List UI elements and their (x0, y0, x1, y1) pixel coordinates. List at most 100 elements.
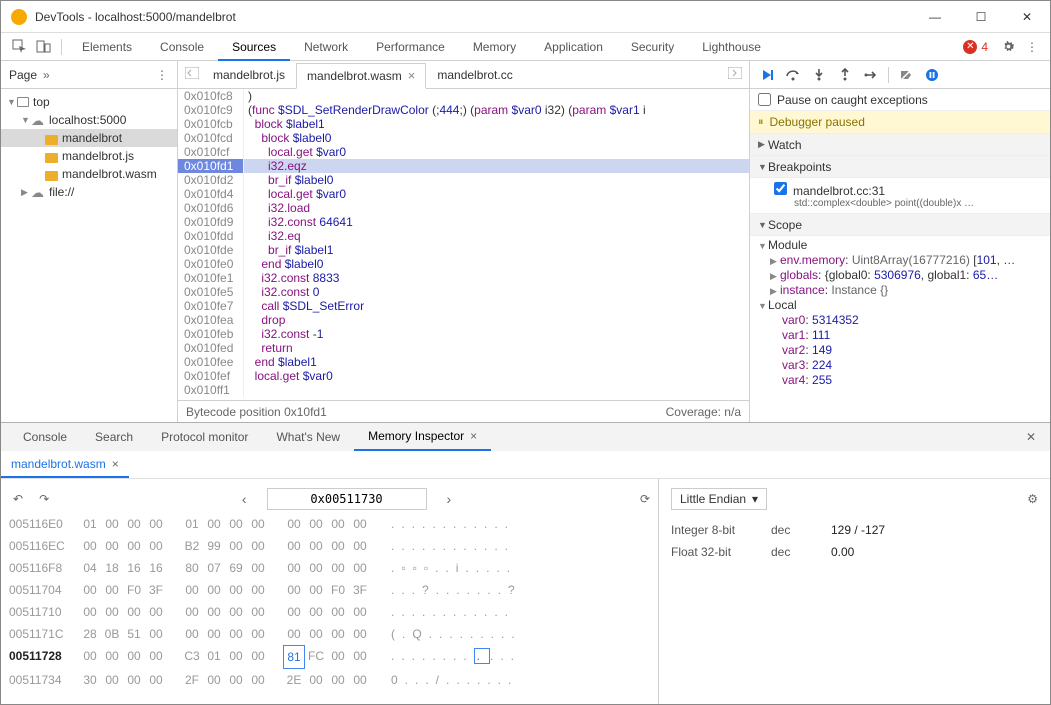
resume-button[interactable] (758, 66, 776, 84)
step-out-button[interactable] (836, 66, 854, 84)
refresh-icon[interactable]: ⟳ (640, 492, 650, 506)
main-tab-application[interactable]: Application (530, 33, 617, 61)
local-variable[interactable]: var0: 5314352 (758, 313, 1042, 328)
scope-section-header[interactable]: ▼Scope (750, 214, 1050, 236)
code-line[interactable]: 0x010fcf local.get $var0 (178, 145, 749, 159)
code-line[interactable]: 0x010fed return (178, 341, 749, 355)
memory-tab-mandelbrot-wasm[interactable]: mandelbrot.wasm× (1, 451, 129, 478)
scope-env-memory[interactable]: ▶env.memory: Uint8Array(16777216) [101, … (758, 253, 1042, 268)
code-line[interactable]: 0x010fe7 call $SDL_SetError (178, 299, 749, 313)
hex-row[interactable]: 005117040000F03F000000000000F03F...?....… (9, 579, 650, 601)
code-line[interactable]: 0x010fea drop (178, 313, 749, 327)
navigator-page-label[interactable]: Page (9, 68, 37, 82)
hex-row[interactable]: 0051172800000000C301000081FC0000........… (9, 645, 650, 669)
inspect-element-icon[interactable] (7, 35, 31, 59)
scope-globals[interactable]: ▶globals: {global0: 5306976, global1: 65… (758, 268, 1042, 283)
tree-folder-mandelbrot[interactable]: mandelbrot (1, 129, 177, 147)
deactivate-breakpoints-button[interactable] (897, 66, 915, 84)
code-line[interactable]: 0x010fd4 local.get $var0 (178, 187, 749, 201)
local-variable[interactable]: var4: 255 (758, 373, 1042, 388)
main-tab-sources[interactable]: Sources (218, 33, 290, 61)
code-line[interactable]: 0x010fd1 i32.eqz (178, 159, 749, 173)
hex-row[interactable]: 005116EC00000000B299000000000000........… (9, 535, 650, 557)
editor-tab-mandelbrot-wasm[interactable]: mandelbrot.wasm× (296, 63, 426, 89)
code-line[interactable]: 0x010fd9 i32.const 64641 (178, 215, 749, 229)
device-toolbar-icon[interactable] (31, 35, 55, 59)
code-line[interactable]: 0x010fde br_if $label1 (178, 243, 749, 257)
code-line[interactable]: 0x010fcb block $label1 (178, 117, 749, 131)
main-tab-performance[interactable]: Performance (362, 33, 459, 61)
scope-local-header[interactable]: ▼Local (758, 298, 1042, 313)
step-button[interactable] (862, 66, 880, 84)
hex-row[interactable]: 005116E0010000000100000000000000........… (9, 513, 650, 535)
tree-file-scheme[interactable]: ▶☁file:// (1, 183, 177, 201)
navigator-more-tabs-icon[interactable]: » (43, 68, 50, 82)
code-line[interactable]: 0x010fcd block $label0 (178, 131, 749, 145)
hex-row[interactable]: 00511710000000000000000000000000........… (9, 601, 650, 623)
local-variable[interactable]: var1: 111 (758, 328, 1042, 343)
tree-host[interactable]: ▼☁localhost:5000 (1, 111, 177, 129)
tree-top-frame[interactable]: ▼top (1, 93, 177, 111)
local-variable[interactable]: var2: 149 (758, 343, 1042, 358)
drawer-tab-console[interactable]: Console (9, 424, 81, 451)
main-tab-lighthouse[interactable]: Lighthouse (688, 33, 775, 61)
pause-on-exceptions-button[interactable] (923, 66, 941, 84)
code-line[interactable]: 0x010fe5 i32.const 0 (178, 285, 749, 299)
code-line[interactable]: 0x010fd2 br_if $label0 (178, 173, 749, 187)
pause-on-caught-checkbox[interactable] (758, 93, 771, 106)
code-line[interactable]: 0x010fef local.get $var0 (178, 369, 749, 383)
code-line[interactable]: 0x010fdd i32.eq (178, 229, 749, 243)
endian-select[interactable]: Little Endian▾ (671, 488, 767, 510)
hex-row[interactable]: 0051171C280B51000000000000000000(.Q.....… (9, 623, 650, 645)
window-maximize-button[interactable]: ☐ (958, 1, 1004, 32)
code-line[interactable]: 0x010fee end $label1 (178, 355, 749, 369)
error-counter[interactable]: ✕ 4 (963, 40, 988, 54)
address-next-icon[interactable]: › (435, 491, 464, 507)
value-settings-gear-icon[interactable]: ⚙ (1027, 492, 1038, 506)
scope-module-header[interactable]: ▼Module (758, 238, 1042, 253)
step-into-button[interactable] (810, 66, 828, 84)
address-prev-icon[interactable]: ‹ (230, 491, 259, 507)
scope-instance[interactable]: ▶instance: Instance {} (758, 283, 1042, 298)
code-line[interactable]: 0x010fd6 i32.load (178, 201, 749, 215)
main-tab-network[interactable]: Network (290, 33, 362, 61)
window-close-button[interactable]: ✕ (1004, 1, 1050, 32)
window-minimize-button[interactable]: — (912, 1, 958, 32)
navigator-menu-icon[interactable]: ⋮ (156, 68, 169, 82)
code-line[interactable]: 0x010fc9(func $SDL_SetRenderDrawColor (;… (178, 103, 749, 117)
main-tab-console[interactable]: Console (146, 33, 218, 61)
editor-nav-forward-icon[interactable] (725, 67, 745, 82)
close-icon[interactable]: × (470, 423, 477, 450)
local-variable[interactable]: var3: 224 (758, 358, 1042, 373)
hex-row[interactable]: 00511734300000002F0000002E0000000.../...… (9, 669, 650, 691)
drawer-tab-protocol-monitor[interactable]: Protocol monitor (147, 424, 262, 451)
code-line[interactable]: 0x010ff1 (178, 383, 749, 397)
code-line[interactable]: 0x010fe1 i32.const 8833 (178, 271, 749, 285)
drawer-tab-memory-inspector[interactable]: Memory Inspector × (354, 424, 491, 451)
code-line[interactable]: 0x010fc8) (178, 89, 749, 103)
drawer-tab-search[interactable]: Search (81, 424, 147, 451)
editor-nav-back-icon[interactable] (182, 67, 202, 82)
close-icon[interactable]: × (408, 63, 416, 89)
main-tab-memory[interactable]: Memory (459, 33, 530, 61)
close-icon[interactable]: × (112, 457, 119, 471)
hex-row[interactable]: 005116F8041816168007690000000000.▫▫▫..i.… (9, 557, 650, 579)
memory-address-input[interactable] (267, 488, 427, 510)
code-line[interactable]: 0x010feb i32.const -1 (178, 327, 749, 341)
settings-gear-icon[interactable] (996, 35, 1020, 59)
tree-file-mandelbrot-wasm[interactable]: mandelbrot.wasm (1, 165, 177, 183)
pause-on-caught-row[interactable]: Pause on caught exceptions (750, 89, 1050, 111)
main-tab-security[interactable]: Security (617, 33, 688, 61)
more-menu-icon[interactable]: ⋮ (1020, 35, 1044, 59)
main-tab-elements[interactable]: Elements (68, 33, 146, 61)
editor-tab-mandelbrot-cc[interactable]: mandelbrot.cc (426, 62, 523, 88)
drawer-tab-what's-new[interactable]: What's New (262, 424, 354, 451)
breakpoint-item[interactable]: mandelbrot.cc:31 std::complex<double> po… (750, 178, 1050, 214)
undo-icon[interactable]: ↶ (13, 492, 23, 506)
step-over-button[interactable] (784, 66, 802, 84)
redo-icon[interactable]: ↷ (39, 492, 49, 506)
drawer-close-icon[interactable]: ✕ (1020, 430, 1042, 444)
watch-section-header[interactable]: ▶Watch (750, 134, 1050, 156)
code-line[interactable]: 0x010fe0 end $label0 (178, 257, 749, 271)
breakpoints-section-header[interactable]: ▼Breakpoints (750, 156, 1050, 178)
